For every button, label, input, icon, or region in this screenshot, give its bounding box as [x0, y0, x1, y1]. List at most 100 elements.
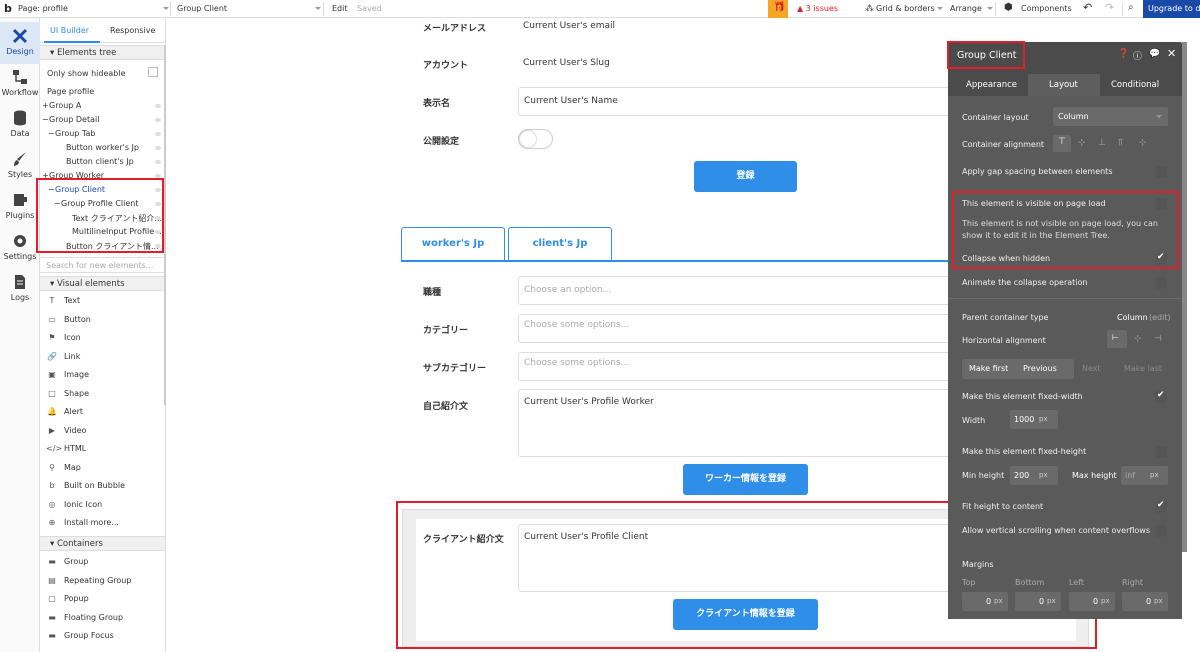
align-top-icon[interactable]: ⊤	[1053, 135, 1071, 152]
width-input[interactable]: 1000 px	[1010, 410, 1058, 429]
only-show-hideable-checkbox[interactable]	[148, 67, 158, 77]
tree-item[interactable]: Button クライアント情...	[40, 240, 165, 253]
align-stretch-icon[interactable]: ⫪	[1118, 138, 1123, 148]
containers-header[interactable]: ▾ Containers	[40, 536, 165, 551]
close-icon[interactable]: ✕	[1167, 47, 1176, 60]
worker-register-button[interactable]: ワーカー情報を登録	[683, 464, 808, 495]
align-baseline-icon[interactable]: ⊹	[1139, 138, 1147, 148]
eye-icon[interactable]	[155, 230, 161, 234]
panel-title[interactable]: Group Client	[957, 50, 1016, 61]
eye-icon[interactable]	[155, 174, 161, 178]
element-selector[interactable]: Group Client	[177, 4, 227, 13]
components-menu[interactable]: Components	[1021, 4, 1072, 13]
element-alert[interactable]: 🔔 Alert	[46, 407, 83, 416]
gap-spacing-checkbox[interactable]	[1155, 166, 1167, 178]
margin-right-input[interactable]: 0 px	[1122, 592, 1168, 611]
element-shape[interactable]: □ Shape	[46, 389, 89, 398]
container-popup[interactable]: ▢ Popup	[46, 594, 88, 603]
visible-on-load-checkbox[interactable]	[1155, 198, 1167, 210]
tree-item-toggle[interactable]: −	[42, 115, 49, 124]
edit-menu[interactable]: Edit	[332, 4, 348, 13]
name-input[interactable]: Current User's Name	[518, 87, 958, 116]
container-group-focus[interactable]: ▬ Group Focus	[46, 631, 114, 640]
make-first-button[interactable]: Make first	[969, 364, 1008, 373]
next-button[interactable]: Next	[1082, 364, 1101, 373]
issues-indicator[interactable]: ▲ 3 issues	[797, 4, 838, 13]
nav-styles[interactable]: Styles	[0, 145, 40, 187]
gift-icon[interactable]: 🎁	[768, 0, 788, 18]
align-center-icon[interactable]: ⊹	[1078, 138, 1086, 148]
container-repeating-group[interactable]: ▤ Repeating Group	[46, 576, 131, 585]
container-group[interactable]: ▬ Group	[46, 557, 88, 566]
element-map[interactable]: ⚲ Map	[46, 463, 81, 472]
eye-icon[interactable]	[155, 132, 161, 136]
tree-item[interactable]: Page profile	[40, 86, 165, 99]
element-button[interactable]: ▭ Button	[46, 315, 91, 324]
tree-item[interactable]: + Group A	[40, 100, 165, 113]
info-icon[interactable]: ⓘ	[1133, 49, 1142, 62]
parent-type-edit-link[interactable]: (edit)	[1149, 313, 1171, 322]
vertical-scroll-checkbox[interactable]	[1155, 525, 1167, 537]
element-image[interactable]: ▣ Image	[46, 370, 89, 379]
elements-tree-header[interactable]: ▾ Elements tree	[40, 45, 165, 60]
halign-right-icon[interactable]: ⊣	[1154, 334, 1162, 344]
tree-item-toggle[interactable]: −	[48, 185, 55, 194]
tree-item[interactable]: Button client's Jp	[40, 156, 165, 169]
tree-item-toggle[interactable]: −	[54, 199, 61, 208]
nav-plugins[interactable]: Plugins	[0, 186, 40, 228]
eye-icon[interactable]	[155, 160, 161, 164]
tab-client-jp[interactable]: client's Jp	[508, 227, 612, 260]
grid-borders-menu[interactable]: Grid & borders	[876, 4, 935, 13]
redo-icon[interactable]: ↷	[1105, 1, 1114, 14]
container-layout-select[interactable]: Column	[1053, 107, 1168, 126]
element-link[interactable]: 🔗 Link	[46, 352, 80, 361]
chevron-down-icon[interactable]	[987, 7, 993, 10]
nav-logs[interactable]: Logs	[0, 268, 40, 310]
nav-design[interactable]: Design	[0, 22, 40, 64]
undo-icon[interactable]: ↶	[1083, 1, 1092, 14]
align-bottom-icon[interactable]: ⊥	[1098, 138, 1106, 148]
arrange-menu[interactable]: Arrange	[950, 4, 982, 13]
tree-item[interactable]: − Group Profile Client	[40, 198, 165, 211]
margin-left-input[interactable]: 0 px	[1069, 592, 1115, 611]
tab-ui-builder[interactable]: UI Builder	[50, 26, 89, 35]
subcategory-multiselect[interactable]: Choose some options...	[518, 352, 958, 381]
chevron-down-icon[interactable]	[937, 7, 943, 10]
max-height-input[interactable]: inf px	[1121, 466, 1168, 485]
upgrade-button[interactable]: Upgrade to d	[1143, 0, 1200, 18]
margin-bottom-input[interactable]: 0 px	[1015, 592, 1061, 611]
search-icon[interactable]: ⌕	[1128, 2, 1134, 13]
nav-data[interactable]: Data	[0, 104, 40, 146]
panel-scrollbar[interactable]	[1182, 42, 1187, 552]
tree-item[interactable]: + Group Worker	[40, 170, 165, 183]
previous-button[interactable]: Previous	[1023, 364, 1057, 373]
client-register-button[interactable]: クライアント情報を登録	[673, 599, 818, 630]
page-selector[interactable]: Page: profile	[18, 4, 68, 13]
tree-item[interactable]: − Group Tab	[40, 128, 165, 141]
element-video[interactable]: ▶ Video	[46, 426, 87, 435]
register-button[interactable]: 登録	[694, 161, 797, 192]
element-built-on-bubble[interactable]: b Built on Bubble	[46, 481, 125, 490]
tree-item-toggle[interactable]: +	[42, 171, 49, 180]
fixed-width-checkbox[interactable]	[1155, 390, 1167, 403]
tree-item[interactable]: MultilineInput Profile ...	[40, 226, 165, 239]
min-height-input[interactable]: 200 px	[1010, 466, 1058, 485]
category-multiselect[interactable]: Choose some options...	[518, 314, 958, 343]
help-icon[interactable]: ❓	[1118, 49, 1129, 59]
intro-textarea[interactable]: Current User's Profile Worker	[518, 389, 958, 457]
tab-responsive[interactable]: Responsive	[110, 26, 155, 35]
tree-item[interactable]: Button worker's Jp	[40, 142, 165, 155]
visual-elements-header[interactable]: ▾ Visual elements	[40, 276, 165, 291]
chevron-down-icon[interactable]	[315, 7, 321, 10]
nav-settings[interactable]: Settings	[0, 227, 40, 269]
eye-icon[interactable]	[155, 188, 161, 192]
element-ionic-icon[interactable]: ◎ Ionic Icon	[46, 500, 103, 509]
comment-icon[interactable]: 💬	[1149, 49, 1160, 59]
tree-item-toggle[interactable]: −	[48, 129, 55, 138]
eye-icon[interactable]	[155, 216, 161, 220]
element-html[interactable]: </> HTML	[46, 444, 86, 453]
margin-top-input[interactable]: 0 px	[962, 592, 1008, 611]
search-elements[interactable]: Search for new elements...	[40, 257, 165, 273]
element-install-more[interactable]: ⊕ Install more...	[46, 518, 119, 527]
chevron-down-icon[interactable]	[163, 7, 169, 10]
